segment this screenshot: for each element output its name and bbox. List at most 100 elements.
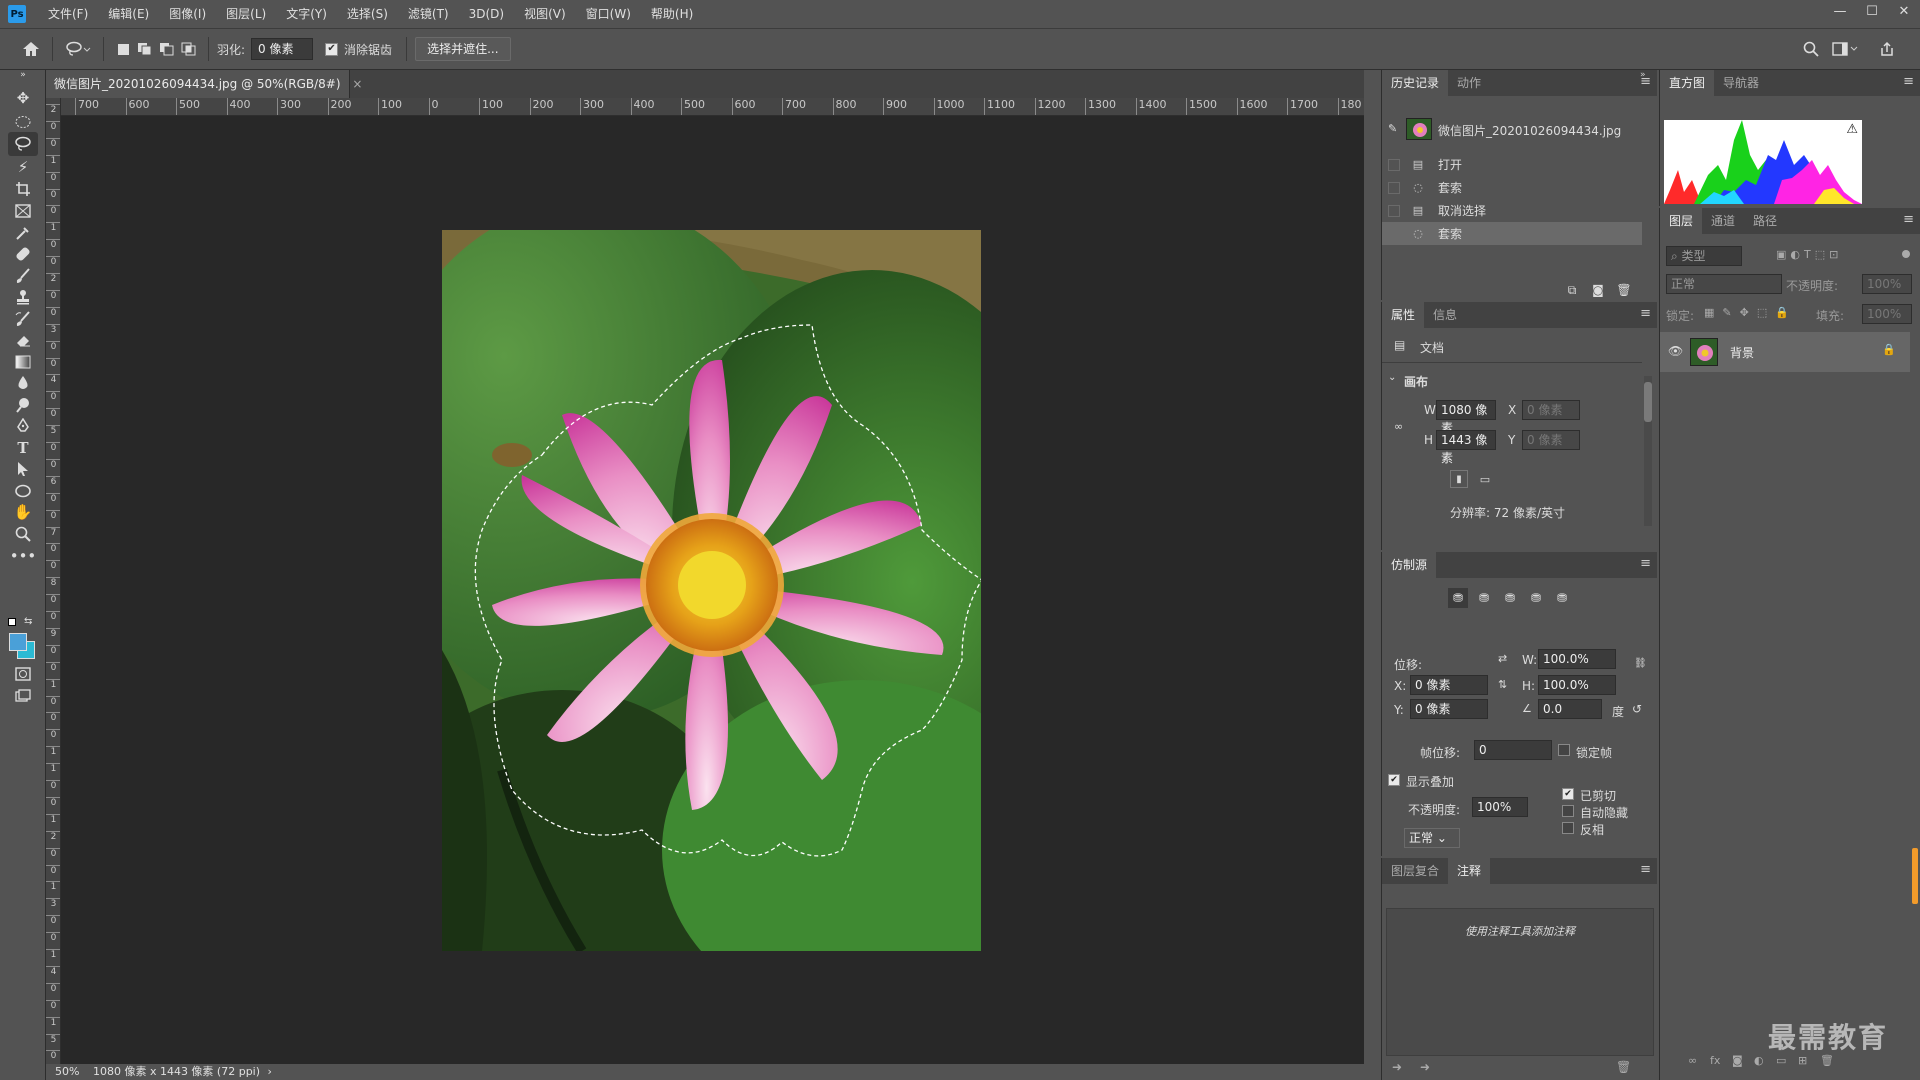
panel-menu-icon[interactable]: ≡	[1640, 306, 1651, 321]
close-tab-icon[interactable]: ×	[352, 77, 362, 91]
antialias-checkbox[interactable]: ✔	[325, 42, 339, 56]
history-item-selected[interactable]: ◌ 套索	[1382, 222, 1642, 245]
clone-source-4-icon[interactable]: ⛃	[1526, 588, 1546, 608]
crop-tool-icon[interactable]	[8, 177, 38, 201]
move-tool-icon[interactable]: ✥	[8, 86, 38, 110]
screen-mode-icon[interactable]	[8, 684, 38, 708]
reset-transform-icon[interactable]: ↺	[1632, 702, 1642, 716]
new-selection-icon[interactable]	[112, 38, 134, 60]
history-item[interactable]: ◌ 套索	[1382, 176, 1642, 199]
hand-tool-icon[interactable]: ✋	[8, 500, 38, 524]
notes-area[interactable]: 使用注释工具添加注释	[1386, 908, 1654, 1056]
feather-input[interactable]: 0 像素	[251, 38, 314, 60]
snapshot-thumbnail[interactable]	[1406, 118, 1432, 140]
eraser-tool-icon[interactable]	[8, 328, 38, 352]
add-selection-icon[interactable]	[134, 38, 156, 60]
filter-type-icon[interactable]: T	[1804, 248, 1811, 261]
default-colors-icon[interactable]	[8, 618, 16, 626]
layer-opacity-input[interactable]: 100%	[1862, 274, 1912, 294]
clone-stamp-tool-icon[interactable]	[8, 285, 38, 309]
menu-select[interactable]: 选择(S)	[337, 0, 398, 28]
search-icon[interactable]	[1798, 36, 1824, 62]
lock-transparent-icon[interactable]: ▦	[1704, 306, 1714, 319]
overlay-blend-mode-select[interactable]: 正常 ⌄	[1404, 828, 1460, 848]
clone-angle-input[interactable]: 0.0	[1538, 699, 1602, 719]
tab-notes[interactable]: 注释	[1448, 858, 1491, 884]
tab-navigator[interactable]: 导航器	[1714, 70, 1768, 96]
lock-position-icon[interactable]: ✥	[1740, 306, 1749, 319]
tab-history[interactable]: 历史记录	[1382, 70, 1449, 96]
layer-filter-select[interactable]: ⌕ 类型	[1666, 246, 1742, 266]
layer-name[interactable]: 背景	[1730, 344, 1754, 361]
tab-actions[interactable]: 动作	[1448, 70, 1490, 96]
menu-image[interactable]: 图像(I)	[159, 0, 216, 28]
add-mask-icon[interactable]: ◙	[1732, 1054, 1744, 1067]
blend-mode-select[interactable]: 正常	[1666, 274, 1782, 294]
panel-menu-icon[interactable]: ≡	[1640, 556, 1651, 571]
overlay-opacity-input[interactable]: 100%	[1472, 797, 1528, 817]
marquee-tool-icon[interactable]	[8, 110, 38, 134]
zoom-level[interactable]: 50%	[55, 1065, 79, 1078]
portrait-orientation-icon[interactable]: ▮	[1450, 470, 1468, 488]
frame-tool-icon[interactable]	[8, 199, 38, 223]
subtract-selection-icon[interactable]	[156, 38, 178, 60]
magic-wand-tool-icon[interactable]: ⚡	[8, 155, 38, 179]
filter-shape-icon[interactable]: ⬚	[1815, 248, 1825, 261]
lasso-tool-preset-icon[interactable]	[61, 36, 95, 62]
canvas-height-input[interactable]: 1443 像素	[1436, 430, 1496, 465]
panel-menu-icon[interactable]: ≡	[1903, 74, 1914, 89]
intersect-selection-icon[interactable]	[178, 38, 200, 60]
collapse-toolbar-icon[interactable]: »	[8, 68, 38, 82]
history-item[interactable]: ▤ 取消选择	[1382, 199, 1642, 222]
filter-adjustment-icon[interactable]: ◐	[1790, 248, 1800, 261]
clone-height-input[interactable]: 100.0%	[1538, 675, 1616, 695]
panel-menu-icon[interactable]: ≡	[1640, 862, 1651, 877]
canvas-y-input[interactable]: 0 像素	[1522, 430, 1580, 450]
workspace-icon[interactable]	[1828, 36, 1862, 62]
close-window-button[interactable]: ✕	[1888, 0, 1920, 22]
menu-help[interactable]: 帮助(H)	[641, 0, 703, 28]
filter-toggle[interactable]	[1902, 250, 1910, 258]
clone-x-input[interactable]: 0 像素	[1410, 675, 1488, 695]
link-icon[interactable]: ∞	[1394, 420, 1403, 433]
more-tools-icon[interactable]: •••	[8, 544, 38, 568]
tab-layer-comps[interactable]: 图层复合	[1382, 858, 1448, 884]
tab-layers[interactable]: 图层	[1660, 208, 1703, 234]
tab-info[interactable]: 信息	[1424, 302, 1466, 328]
clipped-checkbox[interactable]: ✔	[1562, 788, 1574, 800]
clone-source-2-icon[interactable]: ⛃	[1474, 588, 1494, 608]
share-icon[interactable]	[1874, 36, 1900, 62]
scrollbar-thumb[interactable]	[1644, 382, 1652, 422]
clone-source-1-icon[interactable]: ⛃	[1448, 588, 1468, 608]
next-note-icon[interactable]: ➜	[1420, 1060, 1430, 1074]
tab-clone-source[interactable]: 仿制源	[1382, 552, 1437, 578]
snapshot-label[interactable]: 微信图片_20201026094434.jpg	[1438, 122, 1621, 139]
menu-3d[interactable]: 3D(D)	[459, 0, 514, 28]
layer-style-icon[interactable]: fx	[1710, 1054, 1722, 1067]
select-and-mask-button[interactable]: 选择并遮住...	[415, 37, 511, 61]
eye-icon[interactable]: 👁	[1668, 344, 1683, 358]
menu-file[interactable]: 文件(F)	[38, 0, 98, 28]
minimize-button[interactable]: —	[1824, 0, 1856, 22]
canvas-area[interactable]	[61, 116, 1364, 1064]
clone-y-input[interactable]: 0 像素	[1410, 699, 1488, 719]
layer-row[interactable]: 👁 背景 🔒	[1660, 332, 1910, 372]
menu-window[interactable]: 窗口(W)	[576, 0, 641, 28]
lock-pixels-icon[interactable]: ✎	[1722, 306, 1731, 319]
foreground-color-swatch[interactable]	[9, 633, 27, 651]
history-item[interactable]: ▤ 打开	[1382, 153, 1642, 176]
auto-hide-checkbox[interactable]	[1562, 805, 1574, 817]
clone-width-input[interactable]: 100.0%	[1538, 649, 1616, 669]
lasso-tool-icon[interactable]	[8, 132, 38, 156]
status-expand-icon[interactable]: ›	[268, 1065, 272, 1078]
previous-note-icon[interactable]: ➜	[1392, 1060, 1402, 1074]
lock-frame-checkbox[interactable]	[1558, 744, 1570, 756]
panel-menu-icon[interactable]: ≡	[1903, 212, 1914, 227]
landscape-orientation-icon[interactable]: ▭	[1476, 470, 1494, 488]
filter-pixel-icon[interactable]: ▣	[1776, 248, 1786, 261]
tab-properties[interactable]: 属性	[1382, 302, 1425, 328]
frame-offset-input[interactable]: 0	[1474, 740, 1552, 760]
zoom-tool-icon[interactable]	[8, 522, 38, 546]
new-document-from-state-icon[interactable]: ⧉	[1562, 280, 1582, 300]
quick-mask-icon[interactable]	[8, 662, 38, 686]
